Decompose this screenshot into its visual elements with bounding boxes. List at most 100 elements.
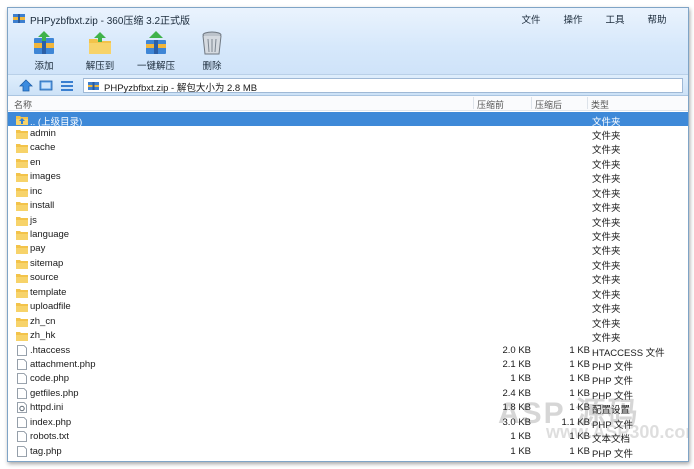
folder-icon (16, 317, 28, 327)
folder-icon (16, 259, 28, 269)
list-item[interactable]: httpd.ini 1.8 KB 1 KB 配置设置 (8, 401, 688, 416)
list-item[interactable]: inc 文件夹 (8, 184, 688, 200)
list-item[interactable]: tag.php 1 KB 1 KB PHP 文件 (8, 444, 688, 460)
add-button[interactable]: 添加 (16, 30, 72, 72)
folder-icon (16, 245, 28, 255)
file-icon (17, 344, 27, 356)
list-item[interactable]: js 文件夹 (8, 213, 688, 229)
file-compressed-size: 1 KB (569, 445, 590, 457)
file-type: 文件夹 (592, 116, 621, 128)
file-name: getfiles.php (30, 387, 79, 399)
list-item[interactable]: template 文件夹 (8, 285, 688, 301)
extract-folder-icon (89, 32, 111, 54)
file-type: 文件夹 (592, 289, 621, 301)
file-type: 文件夹 (592, 318, 621, 330)
file-type: PHP 文件 (592, 448, 634, 460)
list-item[interactable]: cache 文件夹 (8, 141, 688, 156)
column-size[interactable]: 压缩前 (477, 98, 504, 111)
list-item[interactable]: pay 文件夹 (8, 242, 688, 258)
folder-icon (16, 187, 28, 197)
extract-to-button[interactable]: 解压到 (72, 30, 128, 72)
folder-icon (16, 274, 28, 284)
file-icon (17, 431, 27, 443)
file-name: inc (30, 185, 43, 197)
delete-button[interactable]: 删除 (184, 30, 240, 72)
file-type: 文件夹 (592, 159, 621, 171)
file-compressed-size: 1.1 KB (561, 416, 590, 428)
file-compressed-size: 1 KB (569, 344, 590, 356)
one-click-extract-button[interactable]: 一键解压 (128, 30, 184, 72)
list-item[interactable]: robots.txt 1 KB 1 KB 文本文档 (8, 430, 688, 446)
file-type: 文件夹 (592, 260, 621, 272)
file-name: cache (30, 142, 56, 154)
list-item[interactable]: language 文件夹 (8, 228, 688, 243)
toolbar: 添加 解压到 一键解压 删除 (16, 30, 240, 72)
up-folder-icon (16, 115, 28, 125)
archive-app-icon (13, 14, 25, 23)
column-header: 名称 压缩前 压缩后 类型 (8, 96, 688, 111)
list-item[interactable]: zh_hk 文件夹 (8, 329, 688, 344)
file-type: PHP 文件 (592, 419, 634, 431)
file-type: 文本文档 (592, 434, 631, 446)
menu-tools[interactable]: 工具 (594, 12, 636, 26)
file-name: code.php (30, 373, 70, 385)
column-divider[interactable] (531, 97, 532, 109)
file-size: 1 KB (510, 445, 531, 457)
list-item[interactable]: admin 文件夹 (8, 126, 688, 142)
add-label: 添加 (34, 61, 54, 72)
list-view-icon[interactable] (60, 79, 74, 92)
file-type: 文件夹 (592, 304, 621, 316)
column-type[interactable]: 类型 (591, 98, 609, 111)
folder-icon (16, 144, 28, 154)
column-divider[interactable] (473, 97, 474, 109)
list-item-parent-dir[interactable]: .. (上级目录) 文件夹 (8, 112, 688, 128)
file-type: PHP 文件 (592, 361, 634, 373)
file-name: pay (30, 243, 46, 255)
file-type: 文件夹 (592, 246, 621, 258)
file-size: 1.8 KB (502, 402, 531, 414)
address-bar: PHPyzbfbxt.zip - 解包大小为 2.8 MB (8, 74, 688, 96)
file-name: template (30, 286, 67, 298)
folder-icon (16, 303, 28, 313)
list-item[interactable]: .htaccess 2.0 KB 1 KB HTACCESS 文件 (8, 343, 688, 359)
column-name[interactable]: 名称 (14, 98, 32, 111)
file-name: en (30, 156, 41, 168)
folder-icon (16, 129, 28, 139)
menu-help[interactable]: 帮助 (636, 12, 678, 26)
up-level-icon[interactable] (19, 79, 33, 92)
view-mode-icon[interactable] (39, 79, 53, 92)
file-type: HTACCESS 文件 (592, 347, 665, 359)
column-compressed[interactable]: 压缩后 (535, 98, 562, 111)
list-item[interactable]: getfiles.php 2.4 KB 1 KB PHP 文件 (8, 386, 688, 402)
address-field[interactable]: PHPyzbfbxt.zip - 解包大小为 2.8 MB (83, 78, 683, 94)
list-item[interactable]: code.php 1 KB 1 KB PHP 文件 (8, 372, 688, 387)
file-compressed-size: 1 KB (569, 431, 590, 443)
list-item[interactable]: attachment.php 2.1 KB 1 KB PHP 文件 (8, 357, 688, 373)
list-item[interactable]: images 文件夹 (8, 170, 688, 185)
menu-file[interactable]: 文件 (510, 12, 552, 26)
file-type: 文件夹 (592, 130, 621, 142)
file-compressed-size: 1 KB (569, 358, 590, 370)
add-archive-icon (34, 31, 54, 54)
file-type: 文件夹 (592, 203, 621, 215)
list-item[interactable]: source 文件夹 (8, 271, 688, 286)
file-name: js (30, 214, 37, 226)
list-item[interactable]: zh_cn 文件夹 (8, 314, 688, 330)
folder-icon (16, 216, 28, 226)
folder-icon (16, 288, 28, 298)
extract-to-label: 解压到 (85, 61, 115, 72)
list-item[interactable]: uploadfile 文件夹 (8, 300, 688, 316)
file-size: 3.0 KB (502, 416, 531, 428)
menu-operate[interactable]: 操作 (552, 12, 594, 26)
list-item[interactable]: sitemap 文件夹 (8, 256, 688, 272)
file-size: 2.0 KB (502, 344, 531, 356)
list-item[interactable]: en 文件夹 (8, 155, 688, 171)
file-name: attachment.php (30, 358, 96, 370)
one-click-extract-label: 一键解压 (136, 61, 175, 72)
folder-icon (16, 332, 28, 342)
file-type: 文件夹 (592, 188, 621, 200)
column-divider[interactable] (587, 97, 588, 109)
list-item[interactable]: install 文件夹 (8, 199, 688, 215)
list-item[interactable]: index.php 3.0 KB 1.1 KB PHP 文件 (8, 415, 688, 431)
file-name: .htaccess (30, 344, 71, 356)
